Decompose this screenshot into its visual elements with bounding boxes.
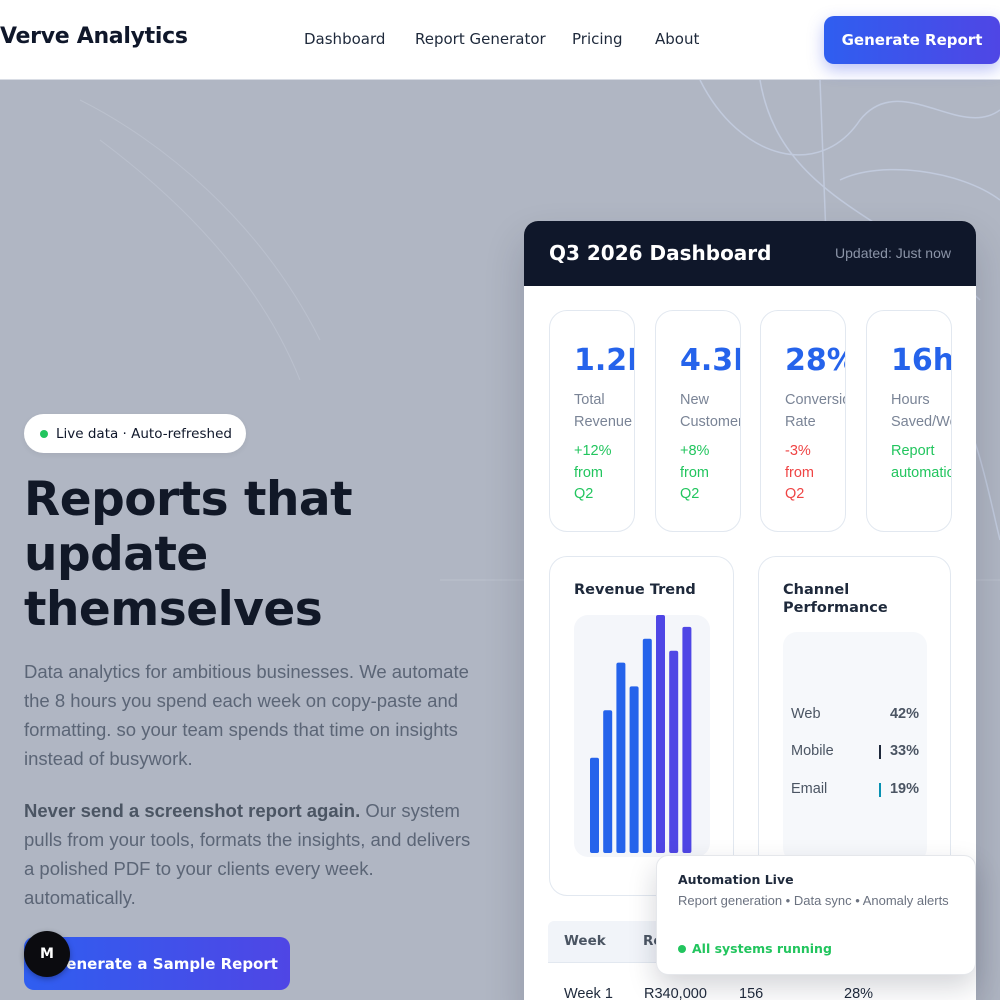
top-navbar: Verve Analytics Dashboard Report Generat… xyxy=(0,0,1000,80)
panel-title: Channel Performance xyxy=(783,582,888,616)
nav-dashboard[interactable]: Dashboard xyxy=(304,30,385,48)
revenue-trend-chart xyxy=(574,615,710,857)
hero-title-line: Reports that xyxy=(24,472,353,527)
kpi-label: New Customers xyxy=(680,392,740,430)
panel-title: Revenue Trend xyxy=(574,582,696,598)
channel-name: Mobile xyxy=(791,743,834,759)
kpi-change: -3% from Q2 xyxy=(785,443,814,502)
channel-bar xyxy=(879,745,881,759)
user-avatar[interactable]: M xyxy=(24,931,70,977)
status-dot-icon xyxy=(678,944,686,953)
table-cell: 28% xyxy=(844,986,874,1000)
dashboard-title: Q3 2026 Dashboard xyxy=(549,241,772,265)
hero-title-line: themselves xyxy=(24,582,323,637)
revenue-bar xyxy=(590,757,599,853)
revenue-bar xyxy=(642,638,652,853)
channel-row-web: Web 42% xyxy=(791,706,919,726)
kpi-value: 4.3K xyxy=(680,343,740,378)
dashboard-updated-status: Updated: Just now xyxy=(835,245,951,261)
table-header-week: Week xyxy=(564,933,606,949)
channel-name: Email xyxy=(791,781,828,797)
dashboard-header: Q3 2026 Dashboard Updated: Just now xyxy=(524,221,976,286)
status-dot-icon xyxy=(40,429,48,438)
hero-description: Data analytics for ambitious businesses.… xyxy=(24,661,469,769)
kpi-label: Hours Saved/Week xyxy=(891,392,951,430)
kpi-change: +8% from Q2 xyxy=(680,443,710,502)
automation-status-card: Automation Live Report generation • Data… xyxy=(656,855,976,975)
hero-title-line: update xyxy=(24,527,208,582)
table-cell: 156 xyxy=(739,986,764,1000)
kpi-card-conversion: 28% Conversion Rate -3% from Q2 xyxy=(760,310,846,532)
live-data-badge: Live data · Auto-refreshed xyxy=(24,414,246,453)
kpi-value: 28% xyxy=(785,343,845,378)
kpi-card-revenue: 1.2M Total Revenue +12% from Q2 xyxy=(549,310,635,532)
kpi-label: Total Revenue xyxy=(574,392,633,430)
badge-label: Live data · Auto-refreshed xyxy=(56,425,232,442)
hero-subdescription: Never send a screenshot report again. Ou… xyxy=(24,796,484,912)
channel-performance-panel: Channel Performance Web 42% Mobile 33% E… xyxy=(758,556,951,896)
brand-logo[interactable]: Verve Analytics xyxy=(0,24,188,49)
kpi-card-hours-saved: 16h Hours Saved/Week Report automation xyxy=(866,310,952,532)
kpi-value: 1.2M xyxy=(574,343,634,378)
table-cell: Week 1 xyxy=(564,986,613,1000)
nav-pricing[interactable]: Pricing xyxy=(572,30,623,48)
channel-value: 33% xyxy=(889,743,919,759)
nav-about[interactable]: About xyxy=(655,30,699,48)
revenue-bar xyxy=(669,650,679,853)
channel-row-email: Email 19% xyxy=(791,781,919,801)
revenue-bar xyxy=(629,686,639,853)
automation-title: Automation Live xyxy=(678,872,794,887)
kpi-value: 16h xyxy=(891,343,952,378)
channel-value: 42% xyxy=(889,706,919,722)
channel-value: 19% xyxy=(889,781,919,797)
table-cell: R340,000 xyxy=(644,986,707,1000)
hero-title: Reports that update themselves xyxy=(24,472,444,637)
automation-status-label: All systems running xyxy=(692,941,832,956)
automation-description: Report generation • Data sync • Anomaly … xyxy=(678,893,949,908)
automation-status: All systems running xyxy=(678,941,832,956)
revenue-bar xyxy=(682,626,692,853)
channel-performance-chart: Web 42% Mobile 33% Email 19% xyxy=(783,632,927,862)
channel-row-mobile: Mobile 33% xyxy=(791,743,919,763)
revenue-trend-panel: Revenue Trend xyxy=(549,556,734,896)
channel-bar xyxy=(879,783,881,797)
kpi-label: Conversion Rate xyxy=(785,392,845,430)
revenue-bar xyxy=(603,710,613,853)
revenue-bar xyxy=(616,662,626,853)
kpi-change: +12% from Q2 xyxy=(574,443,612,502)
kpi-card-customers: 4.3K New Customers +8% from Q2 xyxy=(655,310,741,532)
channel-name: Web xyxy=(791,706,821,722)
revenue-trend-svg xyxy=(590,615,692,853)
hero-emphasis: Never send a screenshot report again. xyxy=(24,800,361,821)
generate-report-button[interactable]: Generate Report xyxy=(824,16,1000,64)
kpi-change: Report automation xyxy=(891,443,951,481)
revenue-bar xyxy=(656,615,665,853)
nav-report-generator[interactable]: Report Generator xyxy=(415,30,546,48)
